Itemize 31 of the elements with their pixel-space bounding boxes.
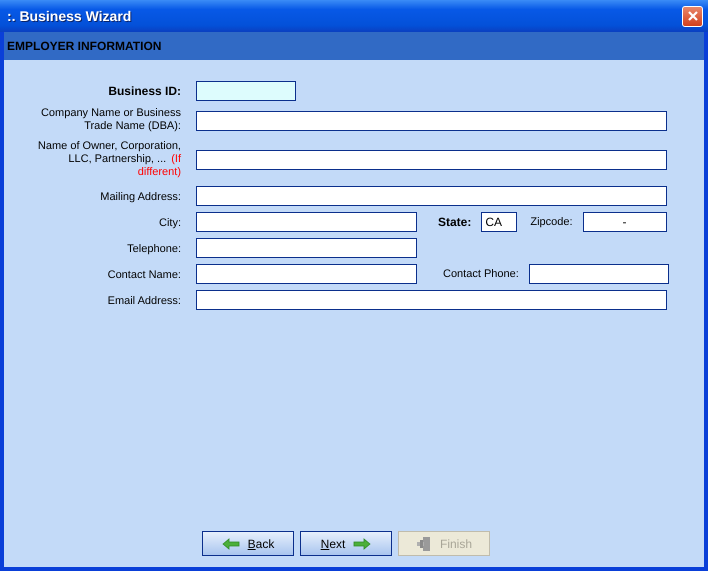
back-button[interactable]: Back [202, 531, 294, 556]
input-field[interactable] [196, 212, 417, 232]
input-field[interactable] [196, 290, 667, 310]
input-field[interactable] [196, 81, 296, 101]
field-label: Contact Phone: [443, 268, 519, 280]
field-label: City: [159, 217, 181, 230]
door-icon [416, 536, 432, 552]
input-field[interactable] [196, 150, 667, 170]
field-label: State: [438, 215, 472, 229]
field-label: Telephone: [127, 243, 181, 256]
input-field[interactable]: CA [481, 212, 518, 232]
input-field[interactable] [196, 110, 667, 130]
input-field[interactable] [528, 264, 669, 284]
field-label: Business ID: [108, 85, 181, 98]
field-label: Company Name or Business Trade Name (DBA): [40, 107, 181, 133]
arrow-right-icon [353, 538, 372, 550]
field-label: Name of Owner, Corporation, LLC, Partnership, ... (If different) [36, 140, 181, 179]
window-title: :. Business Wizard [7, 8, 132, 24]
close-icon [686, 10, 698, 22]
field-label: Mailing Address: [100, 191, 181, 204]
close-button[interactable] [682, 6, 703, 26]
input-field[interactable] [196, 264, 417, 284]
input-field[interactable] [196, 186, 667, 206]
input-field[interactable]: - [582, 212, 667, 232]
arrow-left-icon [222, 538, 240, 550]
section-title: EMPLOYER INFORMATION [7, 39, 162, 53]
field-label: Zipcode: [530, 216, 573, 228]
field-label: Contact Name: [108, 269, 181, 282]
input-field[interactable] [196, 238, 417, 258]
field-label: Email Address: [108, 295, 181, 308]
next-button[interactable]: Next [300, 531, 392, 556]
